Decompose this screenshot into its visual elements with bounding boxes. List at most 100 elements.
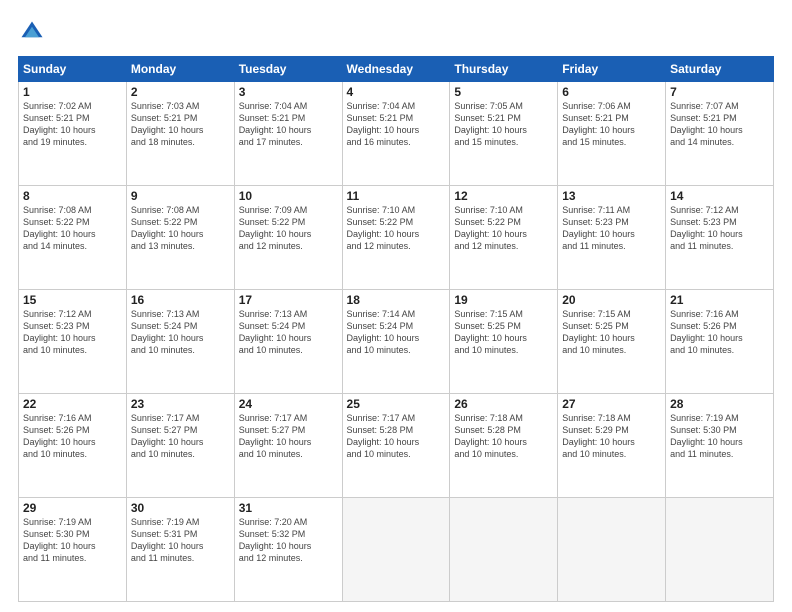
day-number: 9 (131, 189, 230, 203)
day-number: 6 (562, 85, 661, 99)
calendar-week-1: 1Sunrise: 7:02 AM Sunset: 5:21 PM Daylig… (19, 82, 774, 186)
day-number: 5 (454, 85, 553, 99)
day-info: Sunrise: 7:18 AM Sunset: 5:28 PM Dayligh… (454, 412, 553, 461)
calendar-cell: 4Sunrise: 7:04 AM Sunset: 5:21 PM Daylig… (342, 82, 450, 186)
day-number: 7 (670, 85, 769, 99)
calendar-cell: 29Sunrise: 7:19 AM Sunset: 5:30 PM Dayli… (19, 498, 127, 602)
calendar-cell: 20Sunrise: 7:15 AM Sunset: 5:25 PM Dayli… (558, 290, 666, 394)
col-header-wednesday: Wednesday (342, 57, 450, 82)
calendar-cell: 23Sunrise: 7:17 AM Sunset: 5:27 PM Dayli… (126, 394, 234, 498)
day-number: 21 (670, 293, 769, 307)
day-number: 18 (347, 293, 446, 307)
day-info: Sunrise: 7:09 AM Sunset: 5:22 PM Dayligh… (239, 204, 338, 253)
day-info: Sunrise: 7:19 AM Sunset: 5:30 PM Dayligh… (670, 412, 769, 461)
day-info: Sunrise: 7:03 AM Sunset: 5:21 PM Dayligh… (131, 100, 230, 149)
day-number: 29 (23, 501, 122, 515)
calendar-cell: 30Sunrise: 7:19 AM Sunset: 5:31 PM Dayli… (126, 498, 234, 602)
calendar-cell: 10Sunrise: 7:09 AM Sunset: 5:22 PM Dayli… (234, 186, 342, 290)
day-number: 2 (131, 85, 230, 99)
calendar-cell: 11Sunrise: 7:10 AM Sunset: 5:22 PM Dayli… (342, 186, 450, 290)
day-info: Sunrise: 7:12 AM Sunset: 5:23 PM Dayligh… (23, 308, 122, 357)
calendar-cell: 19Sunrise: 7:15 AM Sunset: 5:25 PM Dayli… (450, 290, 558, 394)
day-number: 19 (454, 293, 553, 307)
day-info: Sunrise: 7:08 AM Sunset: 5:22 PM Dayligh… (23, 204, 122, 253)
calendar-cell: 21Sunrise: 7:16 AM Sunset: 5:26 PM Dayli… (666, 290, 774, 394)
day-number: 16 (131, 293, 230, 307)
day-info: Sunrise: 7:11 AM Sunset: 5:23 PM Dayligh… (562, 204, 661, 253)
col-header-saturday: Saturday (666, 57, 774, 82)
calendar-week-4: 22Sunrise: 7:16 AM Sunset: 5:26 PM Dayli… (19, 394, 774, 498)
day-info: Sunrise: 7:07 AM Sunset: 5:21 PM Dayligh… (670, 100, 769, 149)
day-info: Sunrise: 7:15 AM Sunset: 5:25 PM Dayligh… (454, 308, 553, 357)
col-header-thursday: Thursday (450, 57, 558, 82)
day-number: 10 (239, 189, 338, 203)
day-info: Sunrise: 7:10 AM Sunset: 5:22 PM Dayligh… (347, 204, 446, 253)
calendar-cell: 13Sunrise: 7:11 AM Sunset: 5:23 PM Dayli… (558, 186, 666, 290)
day-info: Sunrise: 7:18 AM Sunset: 5:29 PM Dayligh… (562, 412, 661, 461)
header (18, 18, 774, 46)
day-number: 22 (23, 397, 122, 411)
day-number: 28 (670, 397, 769, 411)
calendar-cell: 15Sunrise: 7:12 AM Sunset: 5:23 PM Dayli… (19, 290, 127, 394)
day-info: Sunrise: 7:15 AM Sunset: 5:25 PM Dayligh… (562, 308, 661, 357)
day-info: Sunrise: 7:17 AM Sunset: 5:27 PM Dayligh… (131, 412, 230, 461)
calendar-cell (342, 498, 450, 602)
day-number: 24 (239, 397, 338, 411)
day-info: Sunrise: 7:04 AM Sunset: 5:21 PM Dayligh… (347, 100, 446, 149)
calendar-cell: 25Sunrise: 7:17 AM Sunset: 5:28 PM Dayli… (342, 394, 450, 498)
page: SundayMondayTuesdayWednesdayThursdayFrid… (0, 0, 792, 612)
col-header-tuesday: Tuesday (234, 57, 342, 82)
day-info: Sunrise: 7:16 AM Sunset: 5:26 PM Dayligh… (670, 308, 769, 357)
calendar-cell: 22Sunrise: 7:16 AM Sunset: 5:26 PM Dayli… (19, 394, 127, 498)
day-number: 20 (562, 293, 661, 307)
calendar-cell: 1Sunrise: 7:02 AM Sunset: 5:21 PM Daylig… (19, 82, 127, 186)
calendar-cell: 8Sunrise: 7:08 AM Sunset: 5:22 PM Daylig… (19, 186, 127, 290)
calendar-week-5: 29Sunrise: 7:19 AM Sunset: 5:30 PM Dayli… (19, 498, 774, 602)
day-number: 1 (23, 85, 122, 99)
calendar-cell: 12Sunrise: 7:10 AM Sunset: 5:22 PM Dayli… (450, 186, 558, 290)
day-info: Sunrise: 7:13 AM Sunset: 5:24 PM Dayligh… (131, 308, 230, 357)
day-info: Sunrise: 7:12 AM Sunset: 5:23 PM Dayligh… (670, 204, 769, 253)
calendar-cell: 31Sunrise: 7:20 AM Sunset: 5:32 PM Dayli… (234, 498, 342, 602)
calendar-cell: 17Sunrise: 7:13 AM Sunset: 5:24 PM Dayli… (234, 290, 342, 394)
calendar-cell: 16Sunrise: 7:13 AM Sunset: 5:24 PM Dayli… (126, 290, 234, 394)
calendar-cell: 3Sunrise: 7:04 AM Sunset: 5:21 PM Daylig… (234, 82, 342, 186)
calendar-cell (558, 498, 666, 602)
day-info: Sunrise: 7:16 AM Sunset: 5:26 PM Dayligh… (23, 412, 122, 461)
calendar-cell: 9Sunrise: 7:08 AM Sunset: 5:22 PM Daylig… (126, 186, 234, 290)
day-number: 4 (347, 85, 446, 99)
calendar-week-3: 15Sunrise: 7:12 AM Sunset: 5:23 PM Dayli… (19, 290, 774, 394)
day-number: 3 (239, 85, 338, 99)
calendar-cell: 28Sunrise: 7:19 AM Sunset: 5:30 PM Dayli… (666, 394, 774, 498)
day-info: Sunrise: 7:13 AM Sunset: 5:24 PM Dayligh… (239, 308, 338, 357)
day-info: Sunrise: 7:10 AM Sunset: 5:22 PM Dayligh… (454, 204, 553, 253)
calendar-cell: 26Sunrise: 7:18 AM Sunset: 5:28 PM Dayli… (450, 394, 558, 498)
calendar-cell: 6Sunrise: 7:06 AM Sunset: 5:21 PM Daylig… (558, 82, 666, 186)
day-info: Sunrise: 7:20 AM Sunset: 5:32 PM Dayligh… (239, 516, 338, 565)
day-info: Sunrise: 7:06 AM Sunset: 5:21 PM Dayligh… (562, 100, 661, 149)
day-info: Sunrise: 7:05 AM Sunset: 5:21 PM Dayligh… (454, 100, 553, 149)
day-number: 12 (454, 189, 553, 203)
calendar-week-2: 8Sunrise: 7:08 AM Sunset: 5:22 PM Daylig… (19, 186, 774, 290)
day-info: Sunrise: 7:04 AM Sunset: 5:21 PM Dayligh… (239, 100, 338, 149)
calendar-cell: 5Sunrise: 7:05 AM Sunset: 5:21 PM Daylig… (450, 82, 558, 186)
day-info: Sunrise: 7:19 AM Sunset: 5:31 PM Dayligh… (131, 516, 230, 565)
col-header-sunday: Sunday (19, 57, 127, 82)
calendar-cell (450, 498, 558, 602)
day-number: 8 (23, 189, 122, 203)
day-number: 31 (239, 501, 338, 515)
calendar-table: SundayMondayTuesdayWednesdayThursdayFrid… (18, 56, 774, 602)
day-info: Sunrise: 7:17 AM Sunset: 5:28 PM Dayligh… (347, 412, 446, 461)
calendar-header-row: SundayMondayTuesdayWednesdayThursdayFrid… (19, 57, 774, 82)
day-info: Sunrise: 7:02 AM Sunset: 5:21 PM Dayligh… (23, 100, 122, 149)
calendar-cell (666, 498, 774, 602)
day-number: 23 (131, 397, 230, 411)
calendar-cell: 14Sunrise: 7:12 AM Sunset: 5:23 PM Dayli… (666, 186, 774, 290)
day-number: 27 (562, 397, 661, 411)
logo (18, 18, 50, 46)
day-number: 30 (131, 501, 230, 515)
day-number: 11 (347, 189, 446, 203)
day-info: Sunrise: 7:08 AM Sunset: 5:22 PM Dayligh… (131, 204, 230, 253)
calendar-cell: 7Sunrise: 7:07 AM Sunset: 5:21 PM Daylig… (666, 82, 774, 186)
day-number: 13 (562, 189, 661, 203)
